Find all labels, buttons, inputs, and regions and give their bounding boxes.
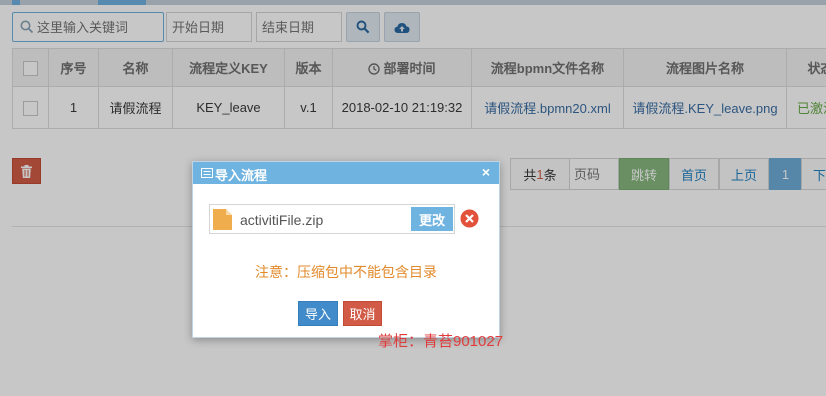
import-button[interactable]: 导入 (298, 301, 338, 326)
page: 序号 名称 流程定义KEY 版本 部署时间 流程bpmn文件名称 流程图片名称 … (0, 0, 826, 396)
import-dialog: 导入流程 × activitiFile.zip 更改 注意：压缩包中不能包含目录… (192, 161, 500, 338)
change-file-button[interactable]: 更改 (411, 207, 453, 231)
remove-file-icon[interactable] (460, 209, 479, 228)
notice-text: 注意：压缩包中不能包含目录 (255, 264, 437, 280)
file-icon (213, 209, 232, 230)
dialog-header[interactable]: 导入流程 × (193, 162, 499, 184)
dialog-title: 导入流程 (215, 168, 268, 183)
dialog-form-icon (201, 168, 213, 178)
watermark-text: 掌柜：青苔901027 (378, 333, 504, 350)
cancel-button[interactable]: 取消 (343, 301, 382, 326)
file-name: activitiFile.zip (240, 212, 324, 228)
file-input[interactable]: activitiFile.zip 更改 (209, 204, 455, 234)
close-icon[interactable]: × (482, 164, 490, 180)
